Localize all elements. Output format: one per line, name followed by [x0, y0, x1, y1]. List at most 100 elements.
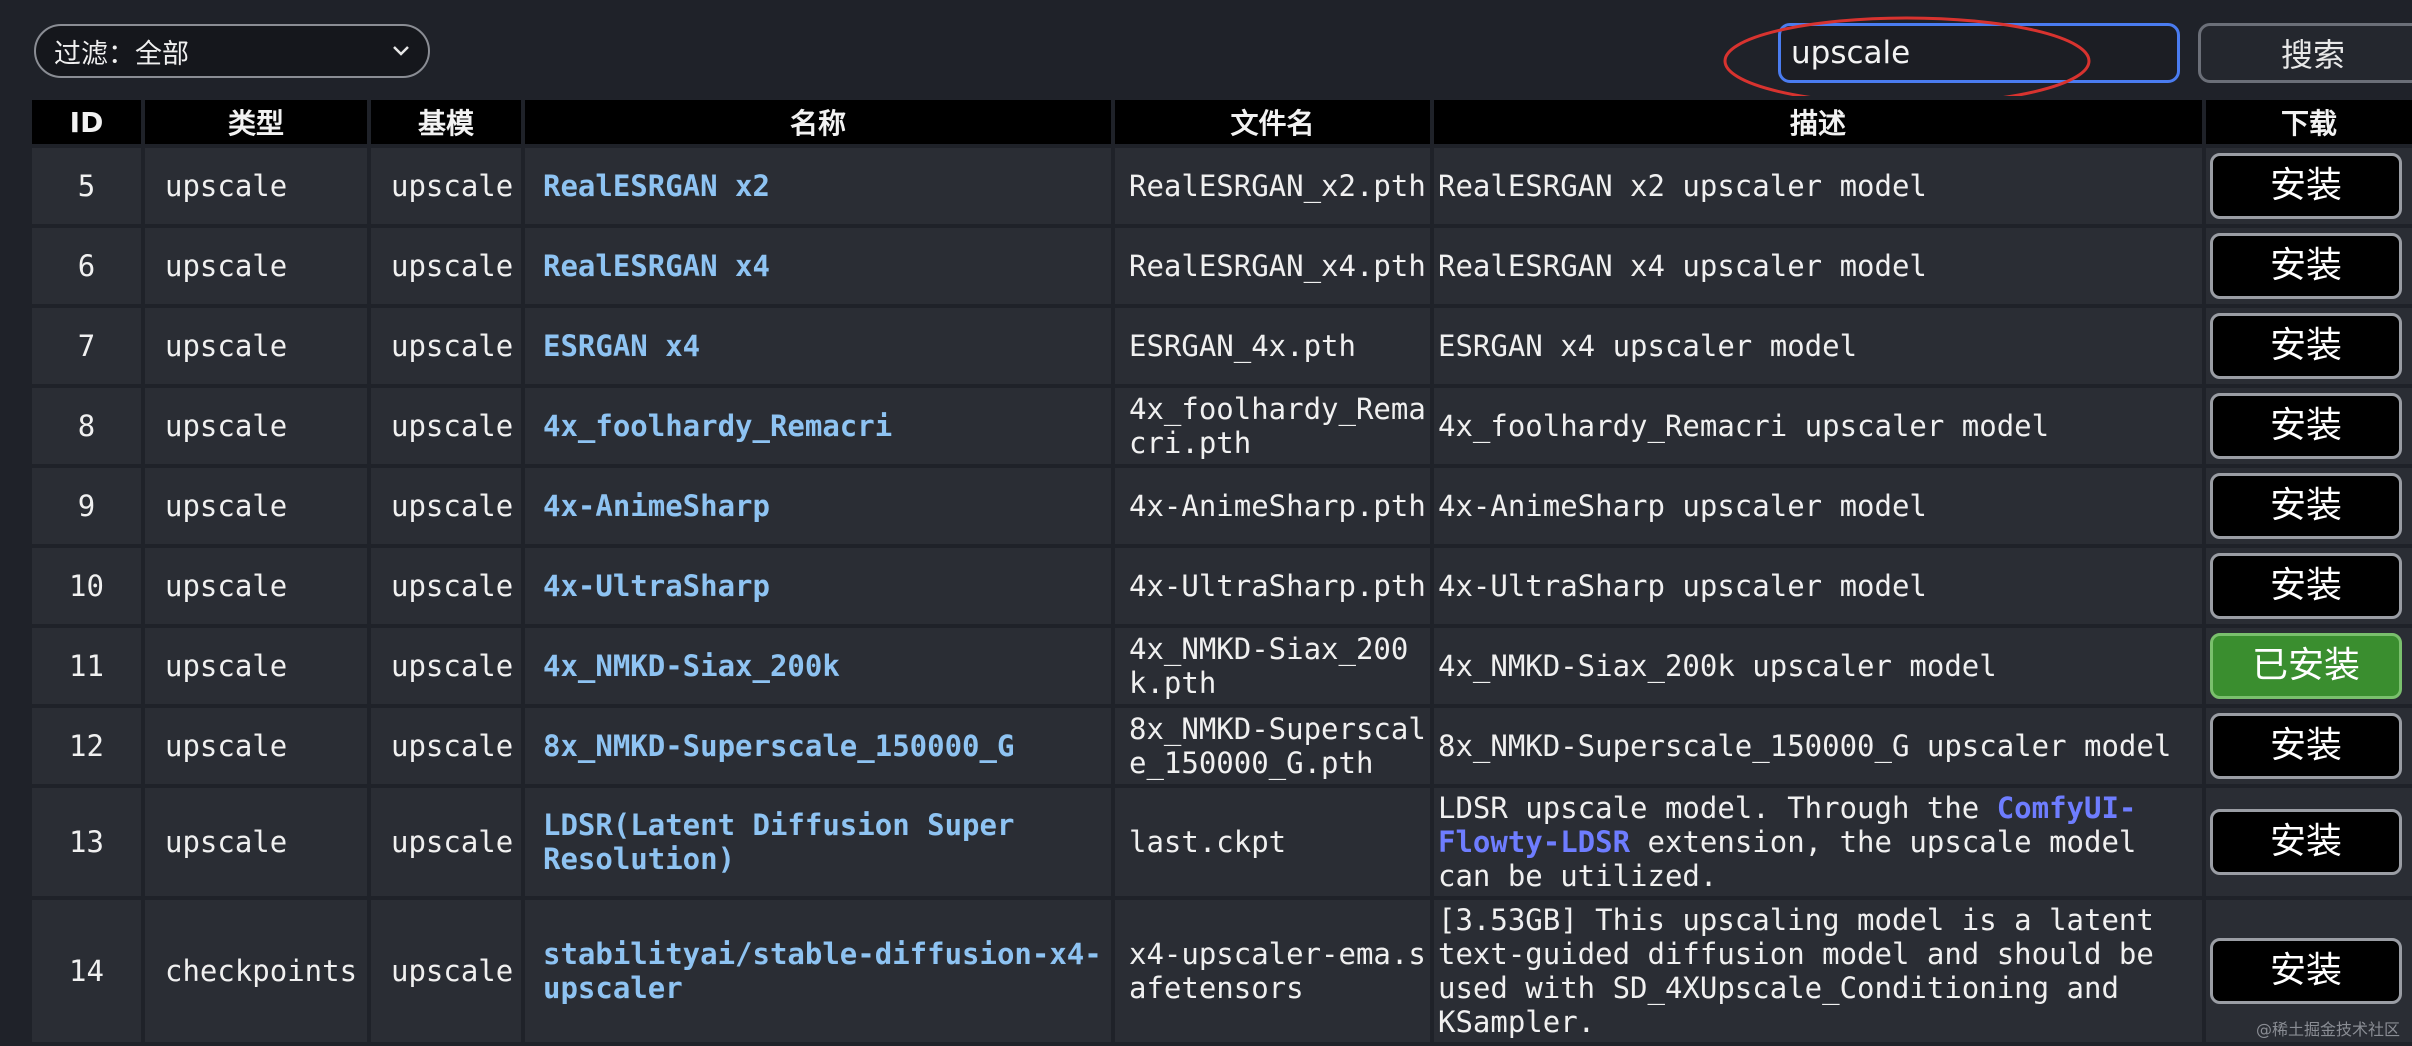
cell-download: 安装 [2204, 146, 2412, 226]
cell-filename: 4x-AnimeSharp.pth [1113, 466, 1432, 546]
cell-base-model: upscale [369, 386, 523, 466]
model-name-link[interactable]: 4x-AnimeSharp [523, 466, 1113, 546]
header-download: 下载 [2204, 98, 2412, 146]
cell-description: ESRGAN x4 upscaler model [1432, 306, 2204, 386]
description-text: LDSR upscale model. Through the [1438, 791, 1997, 825]
cell-base-model: upscale [369, 146, 523, 226]
cell-base-model: upscale [369, 306, 523, 386]
cell-type: checkpoints [143, 898, 369, 1044]
cell-description: LDSR upscale model. Through the ComfyUI-… [1432, 786, 2204, 898]
table-row: 5 upscale upscale RealESRGAN x2 RealESRG… [30, 146, 2412, 226]
table-header-row: ID 类型 基模 名称 文件名 描述 下载 [30, 98, 2412, 146]
cell-base-model: upscale [369, 898, 523, 1044]
cell-description: 4x_foolhardy_Remacri upscaler model [1432, 386, 2204, 466]
cell-type: upscale [143, 226, 369, 306]
cell-download: 安装 [2204, 306, 2412, 386]
cell-base-model: upscale [369, 466, 523, 546]
header-base-model: 基模 [369, 98, 523, 146]
table-row: 14 checkpoints upscale stabilityai/stabl… [30, 898, 2412, 1044]
cell-id: 6 [30, 226, 143, 306]
cell-id: 12 [30, 706, 143, 786]
cell-base-model: upscale [369, 706, 523, 786]
cell-id: 11 [30, 626, 143, 706]
cell-filename: RealESRGAN_x4.pth [1113, 226, 1432, 306]
cell-type: upscale [143, 546, 369, 626]
model-name-link[interactable]: RealESRGAN x2 [523, 146, 1113, 226]
table-row: 9 upscale upscale 4x-AnimeSharp 4x-Anime… [30, 466, 2412, 546]
cell-type: upscale [143, 626, 369, 706]
chevron-down-icon [390, 40, 412, 62]
cell-download: 安装 [2204, 386, 2412, 466]
cell-id: 5 [30, 146, 143, 226]
cell-download: 安装 [2204, 706, 2412, 786]
table-row: 11 upscale upscale 4x_NMKD-Siax_200k 4x_… [30, 626, 2412, 706]
cell-filename: 4x-UltraSharp.pth [1113, 546, 1432, 626]
cell-type: upscale [143, 306, 369, 386]
install-button[interactable]: 安装 [2210, 938, 2402, 1004]
cell-base-model: upscale [369, 786, 523, 898]
model-table: ID 类型 基模 名称 文件名 描述 下载 5 upscale upscale … [28, 96, 2412, 1046]
model-name-link[interactable]: ESRGAN x4 [523, 306, 1113, 386]
table-row: 10 upscale upscale 4x-UltraSharp 4x-Ultr… [30, 546, 2412, 626]
cell-description: RealESRGAN x4 upscaler model [1432, 226, 2204, 306]
install-button[interactable]: 安装 [2210, 233, 2402, 299]
cell-description: 4x_NMKD-Siax_200k upscaler model [1432, 626, 2204, 706]
model-name-link[interactable]: 8x_NMKD-Superscale_150000_G [523, 706, 1113, 786]
header-type: 类型 [143, 98, 369, 146]
table-row: 6 upscale upscale RealESRGAN x4 RealESRG… [30, 226, 2412, 306]
install-button[interactable]: 安装 [2210, 473, 2402, 539]
cell-description: RealESRGAN x2 upscaler model [1432, 146, 2204, 226]
cell-type: upscale [143, 146, 369, 226]
cell-id: 10 [30, 546, 143, 626]
installed-button[interactable]: 已安装 [2210, 633, 2402, 699]
cell-id: 14 [30, 898, 143, 1044]
model-name-link[interactable]: 4x_NMKD-Siax_200k [523, 626, 1113, 706]
install-button[interactable]: 安装 [2210, 553, 2402, 619]
cell-type: upscale [143, 386, 369, 466]
model-name-link[interactable]: LDSR(Latent Diffusion Super Resolution) [523, 786, 1113, 898]
filter-select[interactable]: 过滤：全部 [34, 24, 430, 78]
cell-filename: RealESRGAN_x2.pth [1113, 146, 1432, 226]
table-row: 12 upscale upscale 8x_NMKD-Superscale_15… [30, 706, 2412, 786]
cell-id: 13 [30, 786, 143, 898]
cell-id: 7 [30, 306, 143, 386]
filter-label: 过滤：全部 [54, 32, 189, 71]
install-button[interactable]: 安装 [2210, 809, 2402, 875]
model-name-link[interactable]: 4x-UltraSharp [523, 546, 1113, 626]
cell-filename: x4-upscaler-ema.safetensors [1113, 898, 1432, 1044]
cell-type: upscale [143, 706, 369, 786]
cell-filename: last.ckpt [1113, 786, 1432, 898]
search-button[interactable]: 搜索 [2198, 23, 2412, 83]
install-button[interactable]: 安装 [2210, 313, 2402, 379]
cell-base-model: upscale [369, 546, 523, 626]
header-name: 名称 [523, 98, 1113, 146]
cell-description: 4x-UltraSharp upscaler model [1432, 546, 2204, 626]
cell-description: [3.53GB] This upscaling model is a laten… [1432, 898, 2204, 1044]
cell-filename: ESRGAN_4x.pth [1113, 306, 1432, 386]
model-name-link[interactable]: RealESRGAN x4 [523, 226, 1113, 306]
table-row: 7 upscale upscale ESRGAN x4 ESRGAN_4x.pt… [30, 306, 2412, 386]
header-description: 描述 [1432, 98, 2204, 146]
table-row: 13 upscale upscale LDSR(Latent Diffusion… [30, 786, 2412, 898]
search-input[interactable] [1778, 23, 2180, 83]
cell-filename: 4x_NMKD-Siax_200k.pth [1113, 626, 1432, 706]
cell-base-model: upscale [369, 226, 523, 306]
cell-description: 8x_NMKD-Superscale_150000_G upscaler mod… [1432, 706, 2204, 786]
install-button[interactable]: 安装 [2210, 153, 2402, 219]
cell-download: 安装 [2204, 466, 2412, 546]
model-name-link[interactable]: 4x_foolhardy_Remacri [523, 386, 1113, 466]
cell-download: 安装 [2204, 786, 2412, 898]
cell-filename: 8x_NMKD-Superscale_150000_G.pth [1113, 706, 1432, 786]
cell-download: 安装 [2204, 546, 2412, 626]
watermark: @稀土掘金技术社区 [2256, 1016, 2400, 1040]
install-button[interactable]: 安装 [2210, 713, 2402, 779]
cell-description: 4x-AnimeSharp upscaler model [1432, 466, 2204, 546]
install-button[interactable]: 安装 [2210, 393, 2402, 459]
model-name-link[interactable]: stabilityai/stable-diffusion-x4-upscaler [523, 898, 1113, 1044]
cell-type: upscale [143, 466, 369, 546]
table-row: 8 upscale upscale 4x_foolhardy_Remacri 4… [30, 386, 2412, 466]
cell-download: 已安装 [2204, 626, 2412, 706]
cell-filename: 4x_foolhardy_Remacri.pth [1113, 386, 1432, 466]
cell-id: 8 [30, 386, 143, 466]
header-filename: 文件名 [1113, 98, 1432, 146]
